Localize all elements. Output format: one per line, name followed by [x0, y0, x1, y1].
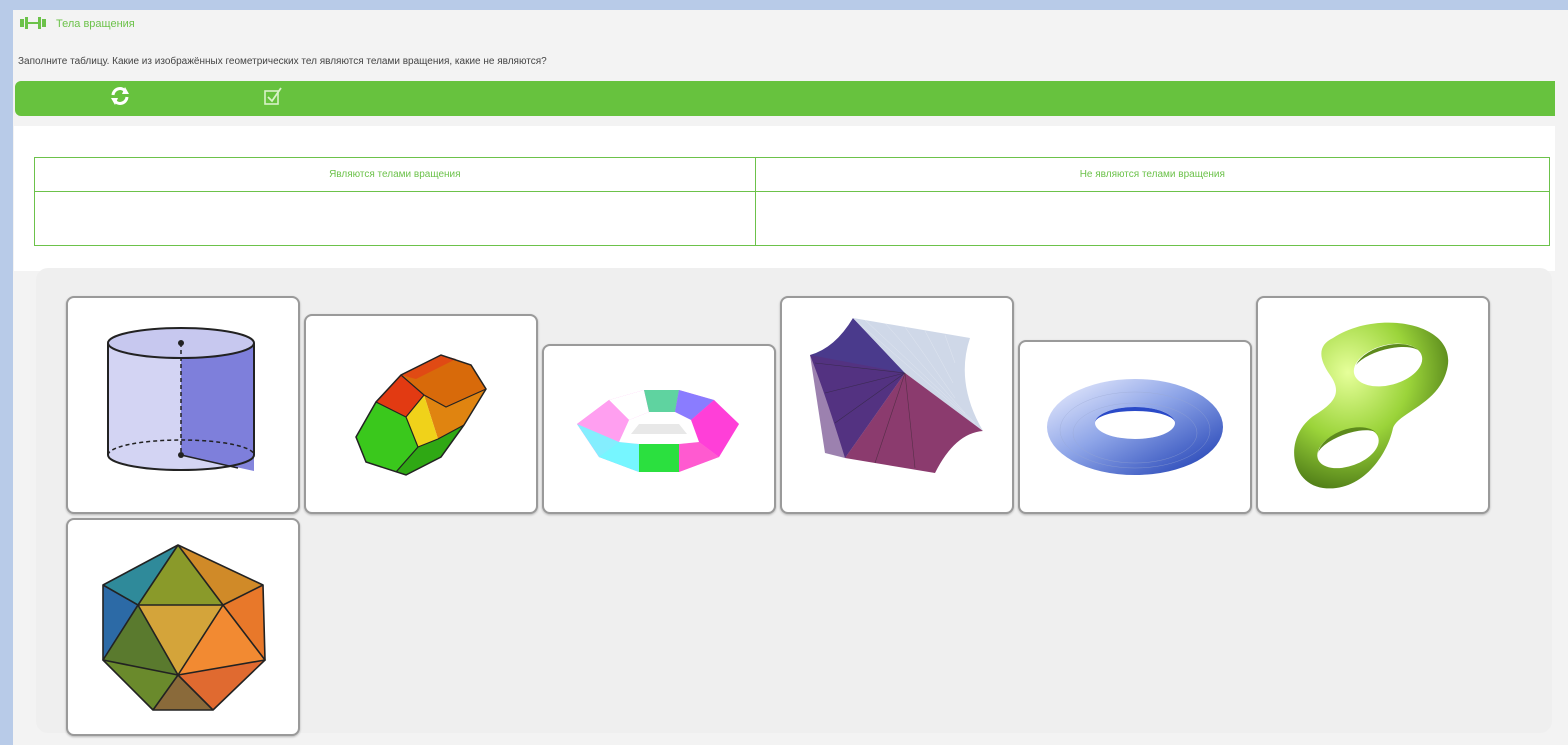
drop-zone-not-rotation[interactable]: [754, 191, 1551, 246]
reset-button[interactable]: [90, 81, 150, 116]
refresh-icon: [108, 84, 132, 113]
polygonal-ring-icon: [569, 372, 749, 487]
check-answer-button[interactable]: [243, 81, 303, 116]
exercise-toolbar: [15, 81, 1555, 116]
cylinder-icon: [98, 323, 268, 488]
classification-table: Являются телами вращения Не являются тел…: [34, 157, 1551, 246]
hexagonal-prism-icon: [346, 347, 496, 482]
card-cylinder[interactable]: [66, 296, 300, 514]
breadcrumb: Тела вращения: [18, 16, 135, 32]
icosahedron-icon: [93, 540, 273, 715]
dumbbell-icon: [18, 16, 48, 32]
column-header-rotation: Являются телами вращения: [34, 157, 756, 192]
torus-icon: [1043, 375, 1228, 480]
check-icon: [262, 85, 284, 112]
column-header-not-rotation: Не являются телами вращения: [754, 157, 1551, 192]
drop-zone-rotation[interactable]: [34, 191, 756, 246]
card-icosahedron[interactable]: [66, 518, 300, 736]
card-double-cone[interactable]: [780, 296, 1014, 514]
page-title: Тела вращения: [56, 18, 135, 30]
double-torus-icon: [1288, 313, 1458, 498]
card-hexagonal-prism[interactable]: [304, 314, 538, 514]
card-torus[interactable]: [1018, 340, 1252, 514]
double-cone-icon: [805, 313, 990, 498]
card-polygonal-ring[interactable]: [542, 344, 776, 514]
card-double-torus[interactable]: [1256, 296, 1490, 514]
task-instruction: Заполните таблицу. Какие из изображённых…: [18, 56, 547, 67]
